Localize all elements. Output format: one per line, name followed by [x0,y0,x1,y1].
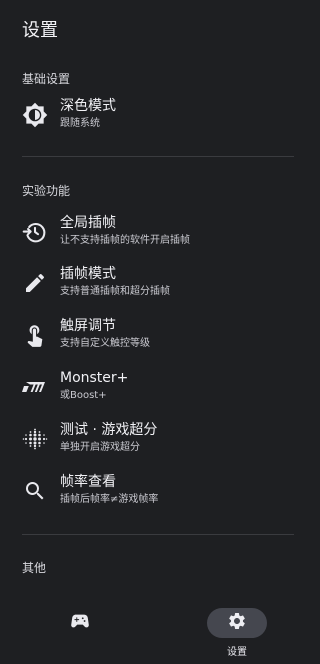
setting-title: 深色模式 [60,98,116,114]
setting-subtitle: 或Boost+ [60,390,107,401]
setting-monster-plus[interactable]: Monster+ 或Boost+ [0,366,320,408]
setting-subtitle: 插帧后帧率≠游戏帧率 [60,494,159,505]
touch-hand-icon [22,322,48,348]
nav-item-settings[interactable]: 设置 [197,598,277,664]
setting-subtitle: 支持自定义触控等级 [60,338,150,349]
pencil-icon [22,270,48,296]
bottom-navigation: 设置 [0,598,320,664]
gamepad-icon [69,610,91,636]
monster-logo-icon [22,374,48,400]
page-title: 设置 [22,20,58,41]
gear-icon [227,611,247,635]
setting-subtitle: 跟随系统 [60,118,100,129]
setting-subtitle: 让不支持插帧的软件开启插帧 [60,235,190,246]
blur-dots-icon [22,426,48,452]
setting-title: 触屏调节 [60,318,116,334]
setting-interpolation-mode[interactable]: 插帧模式 支持普通插帧和超分插帧 [0,262,320,304]
setting-title: 全局插帧 [60,215,116,231]
nav-pill [50,608,110,638]
divider [22,534,294,535]
settings-screen: 设置 基础设置 深色模式 跟随系统 实验功能 全局插帧 让不支持插帧的软件开启插… [0,0,320,664]
section-header-experimental: 实验功能 [22,184,71,198]
nav-pill-active [207,608,267,638]
search-icon [22,478,48,504]
setting-game-super-resolution[interactable]: 测试 · 游戏超分 单独开启游戏超分 [0,418,320,460]
setting-global-frame-interpolation[interactable]: 全局插帧 让不支持插帧的软件开启插帧 [0,211,320,253]
setting-title: 帧率查看 [60,474,116,490]
section-header-basic: 基础设置 [22,72,71,86]
nav-label-settings: 设置 [227,647,247,658]
setting-subtitle: 单独开启游戏超分 [60,442,140,453]
section-header-other: 其他 [22,561,47,575]
setting-frame-rate-view[interactable]: 帧率查看 插帧后帧率≠游戏帧率 [0,470,320,512]
setting-title: 插帧模式 [60,266,116,282]
setting-touch-adjust[interactable]: 触屏调节 支持自定义触控等级 [0,314,320,356]
setting-title: 测试 · 游戏超分 [60,422,158,438]
setting-title: Monster+ [60,370,129,386]
divider [22,156,294,157]
brightness-auto-icon [22,102,48,128]
setting-subtitle: 支持普通插帧和超分插帧 [60,286,170,297]
setting-dark-mode[interactable]: 深色模式 跟随系统 [0,94,320,136]
restore-clock-icon [22,219,48,245]
nav-item-games[interactable] [40,598,120,664]
